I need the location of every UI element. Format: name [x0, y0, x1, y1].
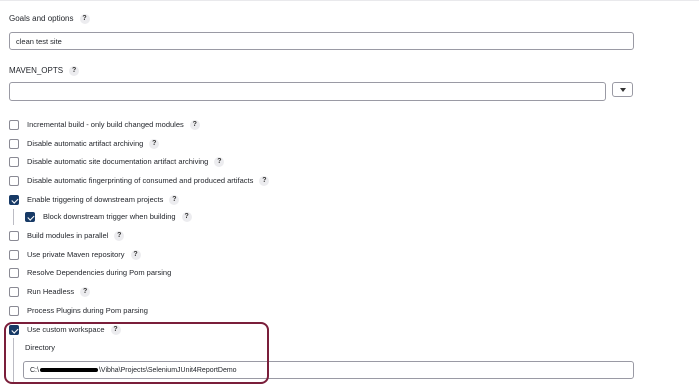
- help-icon[interactable]: ?: [80, 287, 91, 297]
- option-label[interactable]: Build modules in parallel: [27, 230, 108, 242]
- option-row[interactable]: Enable triggering of downstream projects…: [9, 194, 180, 206]
- option-label[interactable]: Enable triggering of downstream projects: [27, 194, 163, 206]
- option-label[interactable]: Disable automatic fingerprinting of cons…: [27, 175, 253, 187]
- checkbox[interactable]: [9, 250, 19, 260]
- checkbox[interactable]: [9, 231, 19, 241]
- option-label[interactable]: Block downstream trigger when building: [43, 211, 176, 223]
- maven-opts-help-icon[interactable]: ?: [69, 66, 80, 76]
- top-divider: [0, 0, 699, 1]
- help-icon[interactable]: ?: [169, 195, 180, 205]
- help-icon[interactable]: ?: [259, 176, 270, 186]
- option-label[interactable]: Process Plugins during Pom parsing: [27, 305, 148, 317]
- maven-opts-label-text: MAVEN_OPTS: [9, 66, 64, 76]
- option-row[interactable]: Resolve Dependencies during Pom parsing: [9, 267, 171, 279]
- help-icon[interactable]: ?: [149, 139, 160, 149]
- goals-help-icon[interactable]: ?: [79, 14, 90, 24]
- help-icon[interactable]: ?: [214, 157, 225, 167]
- checkbox[interactable]: [9, 176, 19, 186]
- option-label[interactable]: Run Headless: [27, 286, 74, 298]
- option-label[interactable]: Disable automatic site documentation art…: [27, 156, 208, 168]
- checkbox[interactable]: [9, 139, 19, 149]
- option-row[interactable]: Process Plugins during Pom parsing: [9, 305, 148, 317]
- checkbox[interactable]: [9, 306, 19, 316]
- maven-opts-label: MAVEN_OPTS?: [9, 66, 80, 76]
- custom-workspace-highlight: [4, 322, 269, 384]
- option-label[interactable]: Resolve Dependencies during Pom parsing: [27, 267, 171, 279]
- option-row[interactable]: Disable automatic artifact archiving?: [9, 138, 160, 150]
- checkbox[interactable]: [9, 287, 19, 297]
- option-row[interactable]: Disable automatic fingerprinting of cons…: [9, 175, 270, 187]
- option-row[interactable]: Incremental build - only build changed m…: [9, 119, 200, 131]
- option-row[interactable]: Run Headless?: [9, 286, 91, 298]
- checkbox[interactable]: [9, 157, 19, 167]
- option-label[interactable]: Incremental build - only build changed m…: [27, 119, 184, 131]
- checkbox[interactable]: [9, 268, 19, 278]
- checkbox-checked[interactable]: [9, 195, 19, 205]
- help-icon[interactable]: ?: [114, 231, 125, 241]
- checkbox-checked[interactable]: [25, 212, 35, 222]
- option-row[interactable]: Block downstream trigger when building?: [25, 211, 192, 223]
- goals-label: Goals and options?: [9, 14, 90, 24]
- option-row[interactable]: Build modules in parallel?: [9, 230, 125, 242]
- goals-input[interactable]: clean test site: [9, 32, 634, 50]
- option-row[interactable]: Use private Maven repository?: [9, 249, 141, 261]
- maven-opts-input[interactable]: [9, 82, 606, 101]
- option-row[interactable]: Disable automatic site documentation art…: [9, 156, 225, 168]
- option-label[interactable]: Disable automatic artifact archiving: [27, 138, 143, 150]
- goals-label-text: Goals and options: [9, 14, 74, 24]
- downstream-nested-line: [13, 209, 14, 225]
- checkbox[interactable]: [9, 120, 19, 130]
- help-icon[interactable]: ?: [189, 120, 200, 130]
- help-icon[interactable]: ?: [130, 250, 141, 260]
- option-label[interactable]: Use private Maven repository: [27, 249, 125, 261]
- maven-opts-expand-button[interactable]: [612, 82, 633, 97]
- help-icon[interactable]: ?: [181, 212, 192, 222]
